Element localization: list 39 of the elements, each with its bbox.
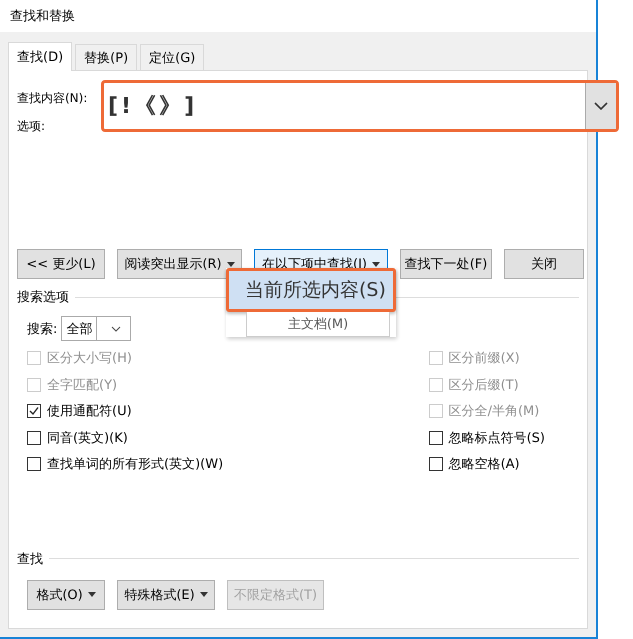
less-button[interactable]: << 更少(L) bbox=[17, 249, 105, 279]
find-field[interactable]: [!《》] bbox=[101, 80, 619, 132]
checkbox-label: 使用通配符(U) bbox=[47, 403, 132, 420]
menu-item[interactable]: 当前所选内容(S) bbox=[226, 268, 396, 312]
window-title: 查找和替换 bbox=[10, 8, 75, 25]
tab[interactable]: 查找(D) bbox=[8, 42, 72, 71]
checkbox-label: 区分后缀(T) bbox=[448, 376, 519, 394]
checkbox-label: 同音(英文)(K) bbox=[47, 430, 128, 447]
checkbox[interactable] bbox=[27, 430, 41, 445]
chevron-icon bbox=[594, 102, 608, 110]
chevron-icon bbox=[110, 326, 121, 332]
scope-label: 搜索: bbox=[27, 320, 58, 338]
tab[interactable]: 定位(G) bbox=[140, 44, 204, 70]
tab[interactable]: 替换(P) bbox=[75, 44, 138, 70]
menu-item[interactable]: 主文档(M) bbox=[246, 312, 390, 337]
special-format-button[interactable]: 特殊格式(E) bbox=[117, 580, 215, 610]
checkbox-label: 忽略空格(A) bbox=[448, 456, 520, 474]
dropdown-button[interactable] bbox=[585, 83, 616, 129]
reading-highlight-button[interactable]: 阅读突出显示(R) bbox=[117, 249, 242, 279]
section-title: 查找 bbox=[17, 550, 43, 568]
checkbox-label: 区分全/半角(M) bbox=[448, 403, 540, 420]
checkbox[interactable] bbox=[428, 457, 443, 472]
options-label: 选项: bbox=[17, 118, 46, 135]
checkbox-label: 区分前缀(X) bbox=[448, 350, 520, 368]
find-next-button[interactable]: 查找下一处(F) bbox=[400, 249, 492, 279]
section-title: 搜索选项 bbox=[17, 289, 69, 306]
scope-select[interactable]: 全部 bbox=[61, 316, 132, 341]
checkbox-label: 全字匹配(Y) bbox=[47, 376, 118, 394]
checkbox[interactable] bbox=[428, 430, 443, 445]
checkbox-label: 查找单词的所有形式(英文)(W) bbox=[47, 456, 224, 474]
close-button[interactable]: 关闭 bbox=[504, 249, 584, 279]
checkbox-label: 忽略标点符号(S) bbox=[448, 430, 545, 447]
checkbox[interactable] bbox=[27, 404, 41, 418]
checkbox-label: 区分大小写(H) bbox=[47, 350, 132, 368]
checkbox[interactable] bbox=[27, 457, 41, 472]
format-button[interactable]: 格式(O) bbox=[27, 580, 105, 610]
caret-icon bbox=[200, 592, 208, 597]
caret-icon bbox=[88, 592, 96, 597]
find-label: 查找内容(N): bbox=[17, 90, 88, 107]
